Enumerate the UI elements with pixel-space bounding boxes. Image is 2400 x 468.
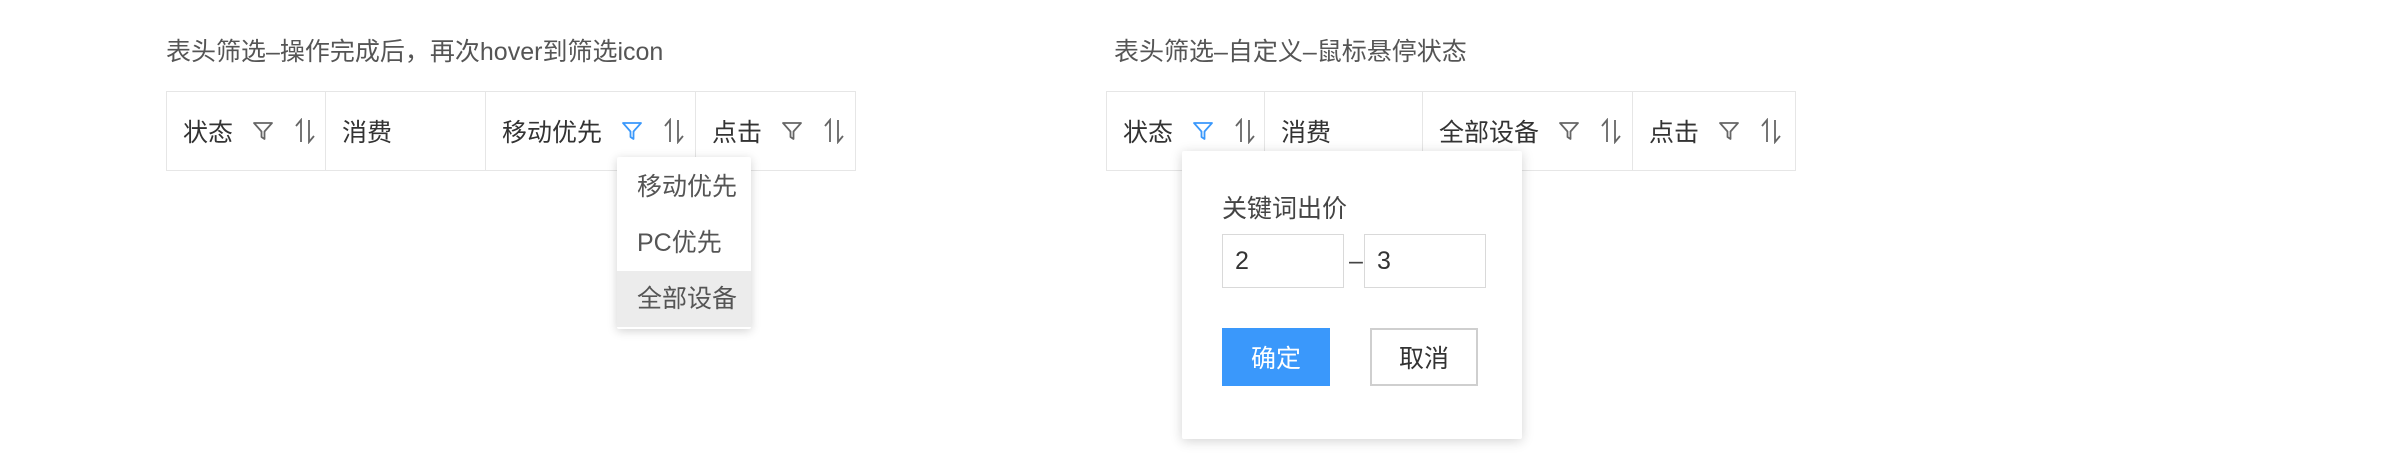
filter-icon[interactable] <box>1715 117 1743 145</box>
right-caption: 表头筛选–自定义–鼠标悬停状态 <box>1114 38 1467 66</box>
dropdown-option-pc[interactable]: PC优先 <box>617 215 751 271</box>
sort-icon[interactable] <box>1757 117 1785 145</box>
cancel-button[interactable]: 取消 <box>1370 328 1478 386</box>
th-spend[interactable]: 消费 <box>326 92 486 170</box>
custom-range-popover: 关键词出价 2 – 3 确定 取消 <box>1182 151 1522 439</box>
min-bid-input[interactable]: 2 <box>1222 234 1344 288</box>
th-status[interactable]: 状态 <box>167 92 326 170</box>
left-caption: 表头筛选–操作完成后，再次hover到筛选icon <box>166 38 664 66</box>
column-label: 消费 <box>1281 119 1332 147</box>
column-label: 状态 <box>1123 119 1174 147</box>
sort-icon[interactable] <box>660 117 688 145</box>
dropdown-option-mobile[interactable]: 移动优先 <box>617 159 751 215</box>
device-filter-dropdown: 移动优先 PC优先 全部设备 <box>617 157 751 329</box>
column-label: 点击 <box>712 119 763 147</box>
popover-title: 关键词出价 <box>1222 195 1348 223</box>
confirm-button[interactable]: 确定 <box>1222 328 1330 386</box>
filter-icon-active[interactable] <box>618 117 646 145</box>
sort-icon[interactable] <box>1597 117 1625 145</box>
filter-icon[interactable] <box>249 117 277 145</box>
left-table-header: 状态 消费 移动优先 点击 <box>166 91 856 171</box>
column-label: 点击 <box>1649 119 1700 147</box>
sort-icon[interactable] <box>291 117 319 145</box>
filter-icon[interactable] <box>778 117 806 145</box>
filter-icon[interactable] <box>1555 117 1583 145</box>
sort-icon[interactable] <box>1231 117 1259 145</box>
sort-icon[interactable] <box>820 117 848 145</box>
dropdown-option-all-devices[interactable]: 全部设备 <box>617 271 751 327</box>
max-bid-input[interactable]: 3 <box>1364 234 1486 288</box>
filter-icon-active[interactable] <box>1189 117 1217 145</box>
column-label: 全部设备 <box>1439 119 1540 147</box>
column-label: 状态 <box>183 119 234 147</box>
range-separator: – <box>1349 247 1363 275</box>
th-clicks[interactable]: 点击 <box>1633 92 1795 170</box>
column-label: 消费 <box>342 119 393 147</box>
column-label: 移动优先 <box>502 119 603 147</box>
